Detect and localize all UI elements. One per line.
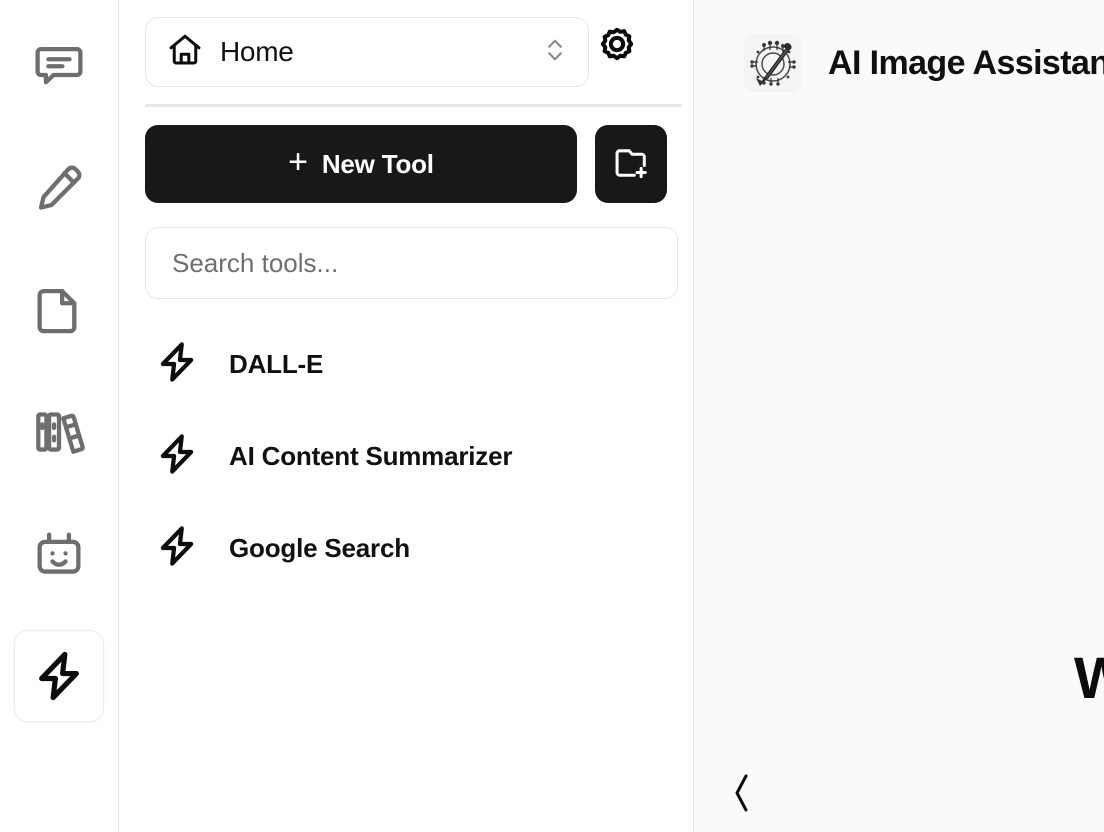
main-panel: AI Image Assistant Welcome <box>694 0 1104 832</box>
lightning-icon <box>155 340 199 389</box>
workspace-selector[interactable]: Home <box>145 17 589 87</box>
section-divider <box>145 104 682 107</box>
folder-plus-icon <box>612 144 650 185</box>
document-icon <box>32 283 86 337</box>
sidebar-item-documents[interactable] <box>14 264 104 356</box>
sidebar-item-chat[interactable] <box>14 20 104 112</box>
tool-actions: + New Tool <box>145 125 667 203</box>
lightning-icon <box>32 649 86 703</box>
workspace-label: Home <box>220 36 294 67</box>
search-tools-box[interactable] <box>145 227 678 299</box>
new-tool-button[interactable]: + New Tool <box>145 125 577 203</box>
sidebar-item-library[interactable] <box>14 386 104 478</box>
search-input[interactable] <box>172 247 651 279</box>
tools-panel: Home + New Tool Search tools... DALL-E A… <box>119 0 694 832</box>
list-item[interactable]: Google Search <box>145 519 667 577</box>
pencil-icon <box>32 161 86 215</box>
sidebar-item-bots[interactable] <box>14 508 104 600</box>
chevron-up-down-icon[interactable] <box>542 35 568 70</box>
back-button[interactable] <box>724 772 760 818</box>
avatar <box>744 34 802 92</box>
gear-icon <box>594 21 640 70</box>
sidebar-item-tools[interactable] <box>14 630 104 722</box>
app-root: Home + New Tool Search tools... DALL-E A… <box>0 0 1104 832</box>
icon-rail <box>0 0 119 832</box>
lightning-icon <box>155 524 199 573</box>
plus-icon: + <box>288 143 308 181</box>
chat-icon <box>32 39 86 93</box>
new-folder-button[interactable] <box>595 125 667 203</box>
list-item[interactable]: AI Content Summarizer <box>145 427 667 485</box>
settings-button[interactable] <box>589 17 645 73</box>
workspace-row: Home <box>145 0 667 87</box>
chevron-left-icon <box>729 771 755 820</box>
bot-icon <box>32 527 86 581</box>
home-icon <box>166 31 204 74</box>
tool-list: DALL-E AI Content Summarizer Google Sear… <box>145 335 667 577</box>
agent-header: AI Image Assistant <box>694 0 1104 104</box>
lightning-icon <box>155 432 199 481</box>
page-title: AI Image Assistant <box>828 43 1104 82</box>
new-tool-label: New Tool <box>321 148 434 179</box>
hero-heading: Welcome <box>1074 646 1104 711</box>
sidebar-item-write[interactable] <box>14 142 104 234</box>
list-item[interactable]: DALL-E <box>145 335 667 393</box>
list-item-label: Google Search <box>229 532 410 563</box>
library-icon <box>32 405 86 459</box>
list-item-label: AI Content Summarizer <box>229 440 513 471</box>
list-item-label: DALL-E <box>229 348 324 379</box>
